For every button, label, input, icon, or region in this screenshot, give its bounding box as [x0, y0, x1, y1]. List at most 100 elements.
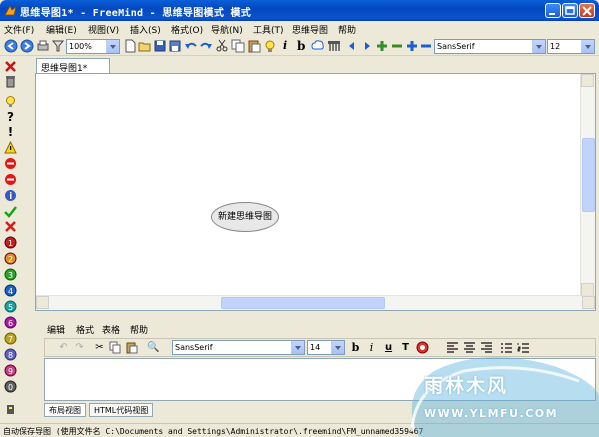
ok-icon[interactable] [4, 205, 17, 218]
editor-menu-format[interactable]: 格式 [76, 323, 94, 336]
horizontal-scroll-thumb[interactable] [221, 297, 385, 309]
clear-format-icon[interactable] [416, 341, 429, 354]
back-icon[interactable] [4, 39, 18, 53]
priority-7-icon[interactable]: 7 [4, 332, 17, 345]
paste-icon[interactable] [125, 341, 138, 354]
priority-0-icon[interactable]: 0 [4, 380, 17, 393]
tab-layout-view[interactable]: 布局视图 [44, 403, 86, 417]
redo-icon[interactable] [199, 39, 213, 53]
priority-1-icon[interactable]: 1 [4, 236, 17, 249]
numbered-list-icon[interactable] [517, 341, 530, 354]
find-icon[interactable]: 🔍 [147, 341, 160, 354]
italic-icon[interactable]: i [283, 39, 297, 53]
maximize-button[interactable] [562, 3, 578, 18]
save-icon[interactable] [153, 39, 167, 53]
scroll-right-icon[interactable] [582, 296, 595, 309]
vertical-scroll-thumb[interactable] [582, 138, 595, 212]
root-node[interactable]: 新建思维导图 [211, 202, 279, 232]
priority-3-icon[interactable]: 3 [4, 268, 17, 281]
align-right-icon[interactable] [480, 341, 493, 354]
copy-icon[interactable] [231, 39, 245, 53]
new-icon[interactable] [123, 39, 137, 53]
tab-html-view[interactable]: HTML代码视图 [89, 403, 154, 417]
warning-icon[interactable] [4, 141, 17, 154]
font-size-select[interactable]: 12 [547, 39, 595, 54]
menu-view[interactable]: 视图(V) [88, 23, 119, 36]
minimize-button[interactable] [545, 3, 561, 18]
close-button[interactable] [579, 3, 595, 18]
cut-icon[interactable] [215, 39, 229, 53]
bullet-list-icon[interactable] [500, 341, 513, 354]
priority-9-icon[interactable]: 9 [4, 364, 17, 377]
bold-icon[interactable]: b [349, 341, 362, 354]
question-icon[interactable]: ? [4, 110, 17, 124]
zoom-select[interactable]: 100% [66, 39, 120, 54]
idea-icon[interactable] [4, 95, 17, 108]
minimize-icon [549, 13, 555, 15]
text-color-icon[interactable]: T [399, 341, 412, 354]
bulb-icon[interactable] [263, 39, 277, 53]
menu-tools[interactable]: 工具(T) [253, 23, 284, 36]
font-family-select[interactable]: SansSerif [434, 39, 546, 54]
edge-icon[interactable] [327, 39, 341, 53]
title-bar: 思维导图1* - FreeMind - 思维导图模式 模式 [0, 0, 599, 21]
align-left-icon[interactable] [446, 341, 459, 354]
more-icon[interactable] [4, 403, 17, 416]
mindmap-canvas[interactable]: 新建思维导图 [35, 73, 596, 311]
info-icon[interactable] [4, 189, 17, 202]
scroll-left-icon[interactable] [36, 296, 49, 309]
minus-icon[interactable] [390, 39, 404, 53]
svg-text:0: 0 [8, 383, 13, 392]
menu-edit[interactable]: 编辑(E) [46, 23, 77, 36]
print-icon[interactable] [36, 39, 50, 53]
menu-file[interactable]: 文件(F) [4, 23, 34, 36]
open-icon[interactable] [138, 39, 152, 53]
priority-4-icon[interactable]: 4 [4, 284, 17, 297]
priority-8-icon[interactable]: 8 [4, 348, 17, 361]
editor-font-size-select[interactable]: 14 [307, 340, 345, 355]
menu-insert[interactable]: 插入(S) [130, 23, 161, 36]
scroll-up-icon[interactable] [581, 74, 594, 87]
map-tab-strip: 思维导图1* [22, 57, 599, 74]
save-as-icon[interactable] [168, 39, 182, 53]
menu-navigate[interactable]: 导航(N) [211, 23, 243, 36]
pane-splitter[interactable] [35, 311, 596, 320]
important-icon[interactable]: ! [4, 125, 17, 139]
plus-icon[interactable] [375, 39, 389, 53]
editor-menu-table[interactable]: 表格 [102, 323, 120, 336]
left-icon[interactable] [345, 39, 359, 53]
remove-last-icon[interactable] [4, 60, 17, 73]
plus-blue-icon[interactable] [405, 39, 419, 53]
copy-icon[interactable] [109, 341, 122, 354]
editor-font-family-select[interactable]: SansSerif [172, 340, 305, 355]
priority-2-icon[interactable]: 2 [4, 252, 17, 265]
no-entry-icon[interactable] [4, 173, 17, 186]
priority-6-icon[interactable]: 6 [4, 316, 17, 329]
minus-blue-icon[interactable] [419, 39, 433, 53]
priority-5-icon[interactable]: 5 [4, 300, 17, 313]
not-ok-icon[interactable] [4, 220, 17, 233]
right-icon[interactable] [360, 39, 374, 53]
tab-mindmap[interactable]: 思维导图1* [36, 58, 110, 74]
undo-icon[interactable]: ↶ [57, 341, 70, 354]
underline-icon[interactable]: u [382, 341, 395, 354]
menu-format[interactable]: 格式(O) [171, 23, 203, 36]
align-center-icon[interactable] [463, 341, 476, 354]
cloud-icon[interactable] [311, 39, 325, 53]
paste-icon[interactable] [247, 39, 261, 53]
editor-menu-edit[interactable]: 编辑 [47, 323, 65, 336]
forward-icon[interactable] [20, 39, 34, 53]
menu-help[interactable]: 帮助 [338, 23, 356, 36]
bold-icon[interactable]: b [297, 39, 311, 53]
remove-all-icon[interactable] [4, 75, 17, 88]
menu-mindmap[interactable]: 思维导图 [292, 23, 328, 36]
vertical-scrollbar[interactable] [580, 74, 595, 296]
stop-icon[interactable] [4, 157, 17, 170]
redo-icon[interactable]: ↷ [73, 341, 86, 354]
filter-icon[interactable] [51, 39, 65, 53]
editor-menu-help[interactable]: 帮助 [130, 323, 148, 336]
italic-icon[interactable]: i [365, 341, 378, 354]
horizontal-scrollbar[interactable] [36, 295, 595, 310]
cut-icon[interactable]: ✂ [93, 341, 106, 354]
undo-icon[interactable] [184, 39, 198, 53]
